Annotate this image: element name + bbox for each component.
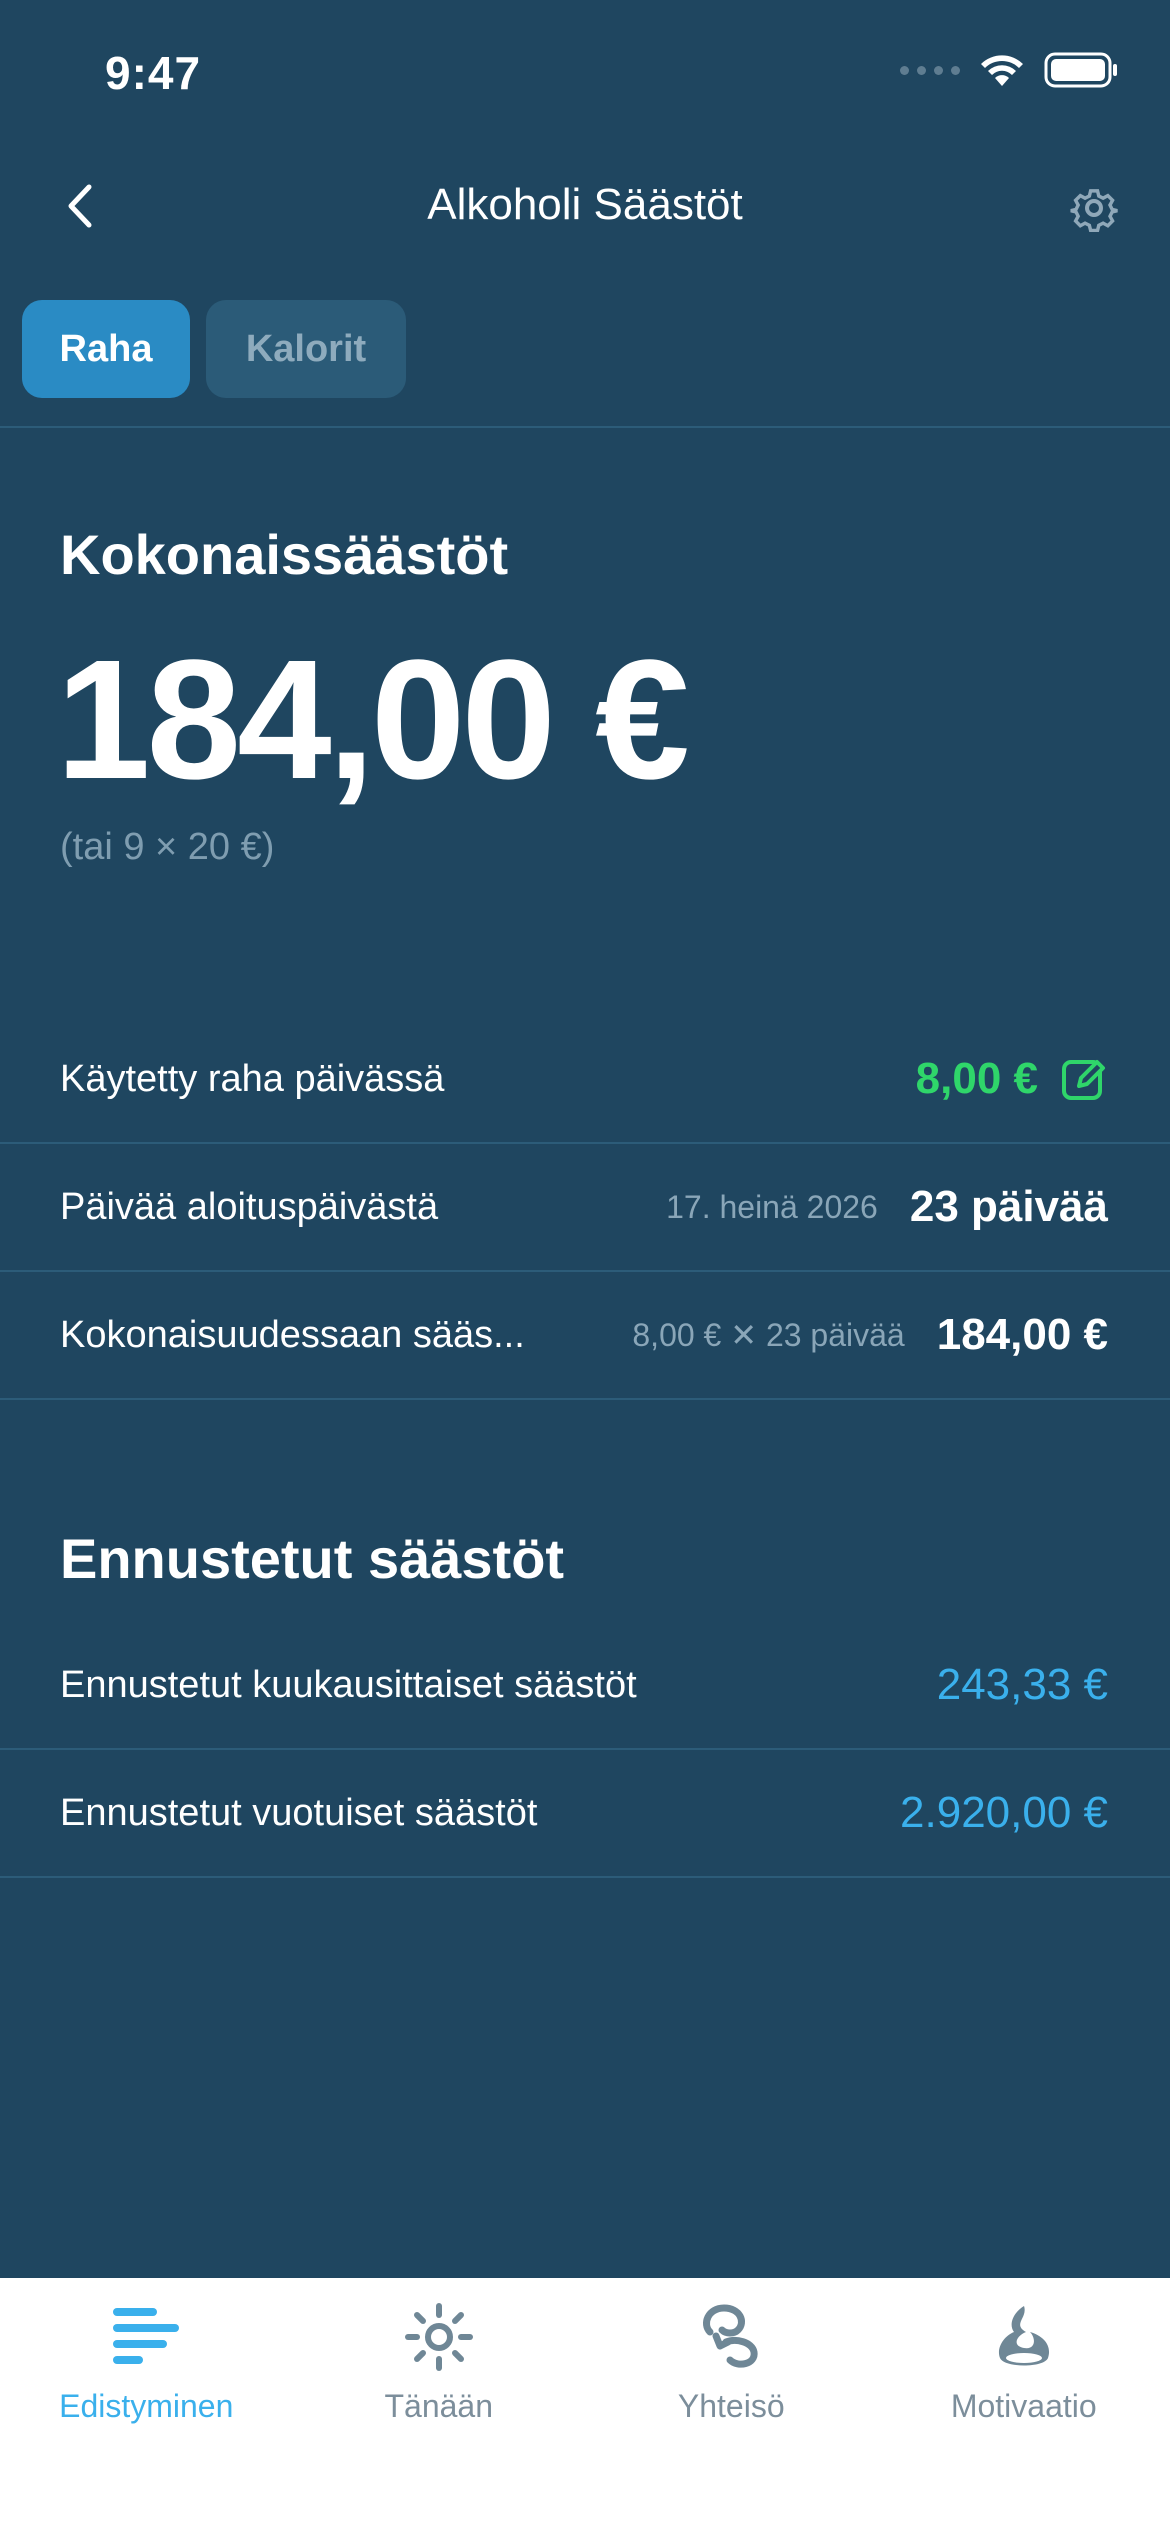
tabbar-label-motivation: Motivaatio (950, 2388, 1097, 2424)
total-savings-amount: 184,00 € (56, 625, 690, 815)
forecast-title: Ennustetut säästöt (60, 1527, 565, 1590)
total-savings-title: Kokonaissäästöt (60, 523, 509, 586)
sun-icon (402, 2300, 476, 2374)
tabbar-item-today[interactable]: Tänään (293, 2278, 586, 2448)
row-days-since-start: Päivää aloituspäivästä 17. heinä 2026 23… (0, 1144, 1170, 1272)
days-since-start-value: 23 päivää (909, 1182, 1108, 1231)
row-daily-spent[interactable]: Käytetty raha päivässä 8,00 € (0, 1016, 1170, 1144)
total-savings-formula: 8,00 € ✕ 23 päivää (632, 1317, 905, 1353)
tabbar-label-community: Yhteisö (677, 2388, 785, 2424)
monthly-forecast-value: 243,33 € (936, 1660, 1108, 1709)
yearly-forecast-label: Ennustetut vuotuiset säästöt (60, 1791, 538, 1834)
status-bar: 9:47 (0, 0, 1170, 140)
daily-spent-label: Käytetty raha päivässä (60, 1057, 445, 1100)
tabbar-item-motivation[interactable]: Motivaatio (878, 2278, 1170, 2448)
tab-kalorit[interactable]: Kalorit (206, 300, 406, 398)
row-monthly-forecast: Ennustetut kuukausittaiset säästöt 243,3… (0, 1622, 1170, 1750)
progress-bars-icon (109, 2300, 183, 2374)
tabbar-label-today: Tänään (384, 2388, 494, 2424)
status-indicators (900, 52, 1118, 88)
row-yearly-forecast: Ennustetut vuotuiset säästöt 2.920,00 € (0, 1750, 1170, 1878)
tab-raha[interactable]: Raha (22, 300, 190, 398)
community-icon (694, 2300, 768, 2374)
nav-bar: Alkoholi Säästöt (0, 160, 1170, 250)
segment-tabs: Raha Kalorit (22, 300, 406, 398)
page-title: Alkoholi Säästöt (427, 180, 743, 229)
cellular-signal-icon (900, 65, 960, 75)
tabbar-item-progress[interactable]: Edistyminen (0, 2278, 293, 2448)
yearly-forecast-value: 2.920,00 € (900, 1788, 1108, 1837)
total-savings-row-value: 184,00 € (936, 1310, 1108, 1359)
tabbar-item-community[interactable]: Yhteisö (585, 2278, 878, 2448)
daily-spent-value: 8,00 € (915, 1054, 1038, 1103)
tabbar-label-progress: Edistyminen (59, 2388, 234, 2424)
row-total-savings: Kokonaisuudessaan sääs... 8,00 € ✕ 23 pä… (0, 1272, 1170, 1400)
settings-button[interactable] (1064, 178, 1124, 238)
monthly-forecast-label: Ennustetut kuukausittaiset säästöt (60, 1663, 637, 1706)
tabs-divider (0, 426, 1170, 428)
status-time: 9:47 (105, 47, 202, 99)
screen: 9:47 Alkoholi Säästöt Raha Kalorit Kokon… (0, 0, 1170, 2532)
total-savings-row-label: Kokonaisuudessaan sääs... (60, 1313, 525, 1356)
flame-icon (987, 2300, 1061, 2374)
gear-icon (1070, 189, 1118, 232)
edit-icon[interactable] (1060, 1055, 1108, 1103)
bottom-tab-bar: Edistyminen Tänään Yhteisö Motivaatio (0, 2278, 1170, 2532)
wifi-icon (981, 55, 1023, 86)
start-date: 17. heinä 2026 (666, 1188, 878, 1225)
total-savings-equivalent: (tai 9 × 20 €) (60, 826, 275, 868)
battery-icon (1044, 52, 1117, 88)
days-since-start-label: Päivää aloituspäivästä (60, 1185, 439, 1228)
